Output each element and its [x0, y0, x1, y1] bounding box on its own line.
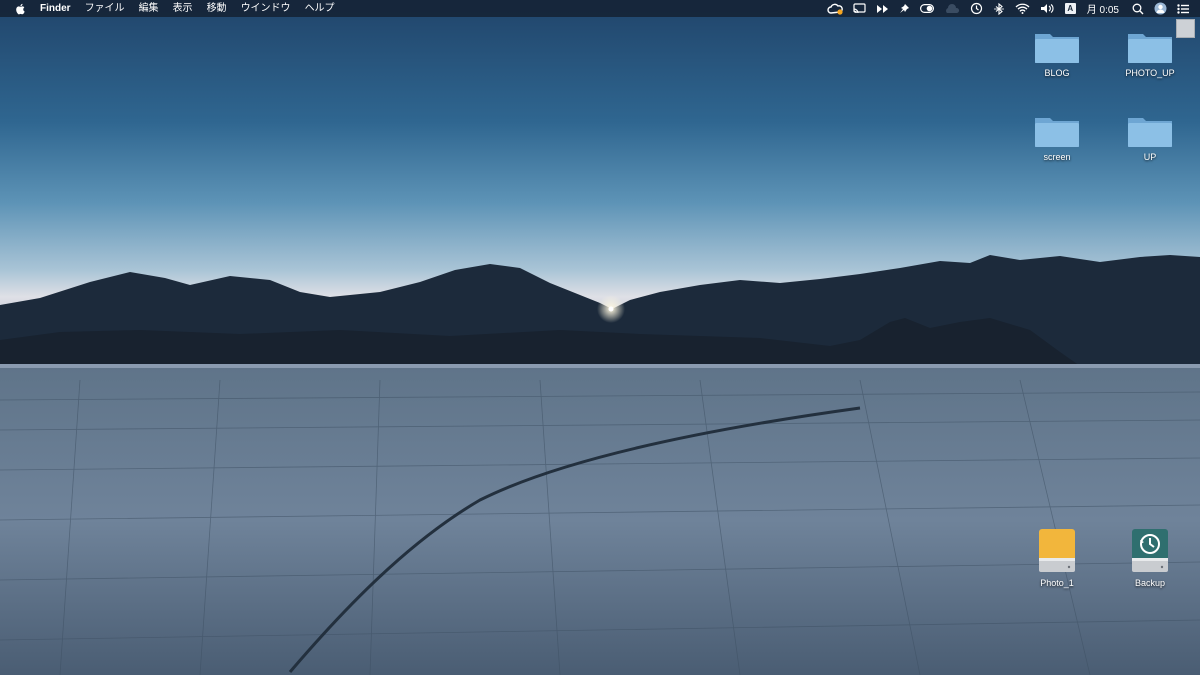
toggle-icon[interactable] — [919, 0, 934, 17]
desktop-drive-photo-1[interactable]: Photo_1 — [1017, 528, 1097, 588]
wifi-icon[interactable] — [1015, 0, 1030, 17]
volume-icon[interactable] — [1040, 0, 1055, 17]
cast-icon[interactable] — [853, 0, 866, 17]
menubar-clock[interactable]: 月 0:05 — [1087, 1, 1119, 16]
menu-file[interactable]: ファイル — [78, 0, 132, 17]
drive-label: Backup — [1134, 578, 1166, 588]
drive-label: Photo_1 — [1040, 578, 1074, 588]
folder-label: UP — [1143, 152, 1157, 162]
time-machine-drive-icon — [1132, 529, 1168, 572]
desktop-folder-screen[interactable]: screen — [1017, 114, 1097, 162]
input-source-icon[interactable]: A — [1064, 0, 1076, 17]
user-avatar-icon[interactable] — [1154, 0, 1167, 17]
menu-view[interactable]: 表示 — [166, 0, 200, 17]
notification-center-icon[interactable] — [1177, 0, 1189, 17]
folder-icon — [1128, 34, 1172, 63]
folder-icon — [1128, 118, 1172, 147]
creative-cloud-icon[interactable] — [827, 0, 843, 17]
pin-icon[interactable] — [899, 0, 910, 17]
time-machine-icon[interactable] — [970, 0, 983, 17]
input-source-label: A — [1064, 3, 1076, 14]
spotlight-search-icon[interactable] — [1132, 0, 1144, 17]
folder-icon — [1035, 118, 1079, 147]
folder-icon — [1035, 34, 1079, 63]
apple-menu-icon[interactable] — [15, 3, 25, 15]
folder-label: BLOG — [1044, 68, 1070, 78]
desktop-folder-photo-up[interactable]: PHOTO_UP — [1110, 30, 1190, 78]
desktop-folder-blog[interactable]: BLOG — [1017, 30, 1097, 78]
external-drive-icon — [1039, 529, 1075, 572]
menu-go[interactable]: 移動 — [200, 0, 234, 17]
fast-forward-icon[interactable] — [876, 0, 889, 17]
folder-label: PHOTO_UP — [1125, 68, 1175, 78]
bluetooth-icon[interactable] — [993, 0, 1005, 17]
menu-bar: Finder ファイル 編集 表示 移動 ウインドウ ヘルプ A 月 0:05 — [0, 0, 1200, 17]
menu-window[interactable]: ウインドウ — [234, 0, 298, 17]
cloud-icon[interactable] — [944, 0, 960, 17]
menu-help[interactable]: ヘルプ — [298, 0, 342, 17]
desktop-drive-backup[interactable]: Backup — [1110, 528, 1190, 588]
desktop-folder-up[interactable]: UP — [1110, 114, 1190, 162]
menu-edit[interactable]: 編集 — [132, 0, 166, 17]
menu-app-finder[interactable]: Finder — [35, 0, 78, 17]
folder-label: screen — [1043, 152, 1071, 162]
